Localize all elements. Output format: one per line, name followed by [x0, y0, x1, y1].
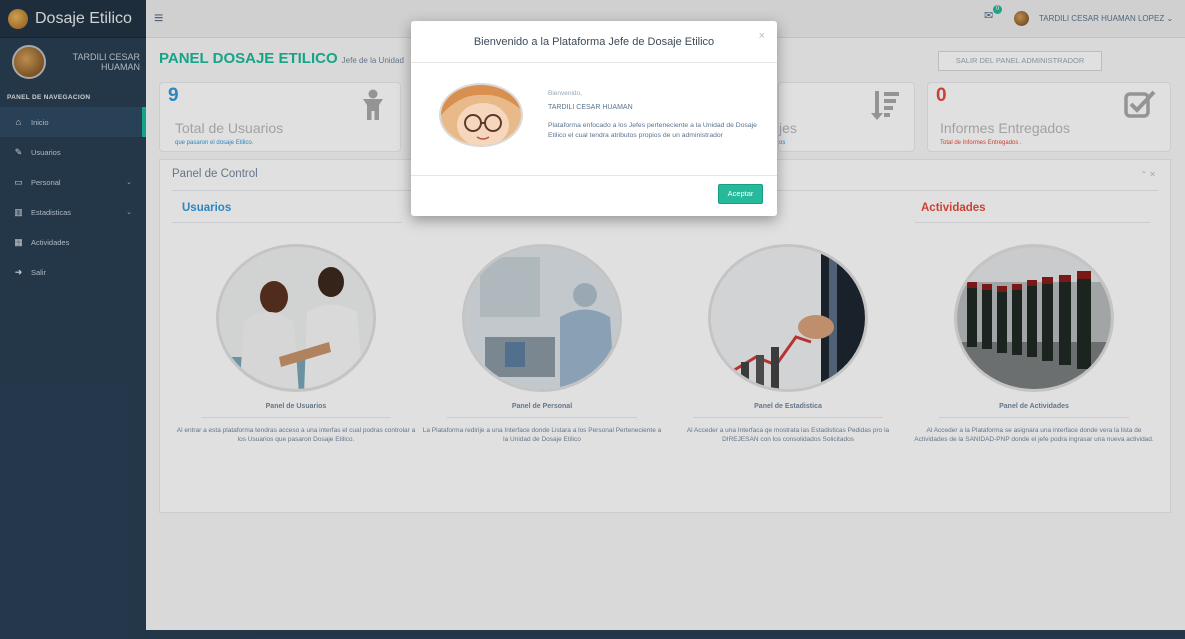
accept-button[interactable]: Aceptar [718, 184, 763, 204]
modal-greeting: Bienvenido, [548, 90, 582, 97]
divider [411, 62, 777, 63]
modal-title: Bienvenido a la Plataforma Jefe de Dosaj… [473, 36, 715, 48]
modal-avatar [439, 83, 523, 147]
welcome-modal: Bienvenido a la Plataforma Jefe de Dosaj… [411, 21, 777, 216]
divider [411, 175, 777, 176]
modal-description: Plataforma enfocado a los Jefes pertenec… [548, 122, 757, 139]
modal-user-name: TARDILI CESAR HUAMAN [548, 104, 633, 111]
close-icon[interactable]: × [759, 30, 765, 42]
